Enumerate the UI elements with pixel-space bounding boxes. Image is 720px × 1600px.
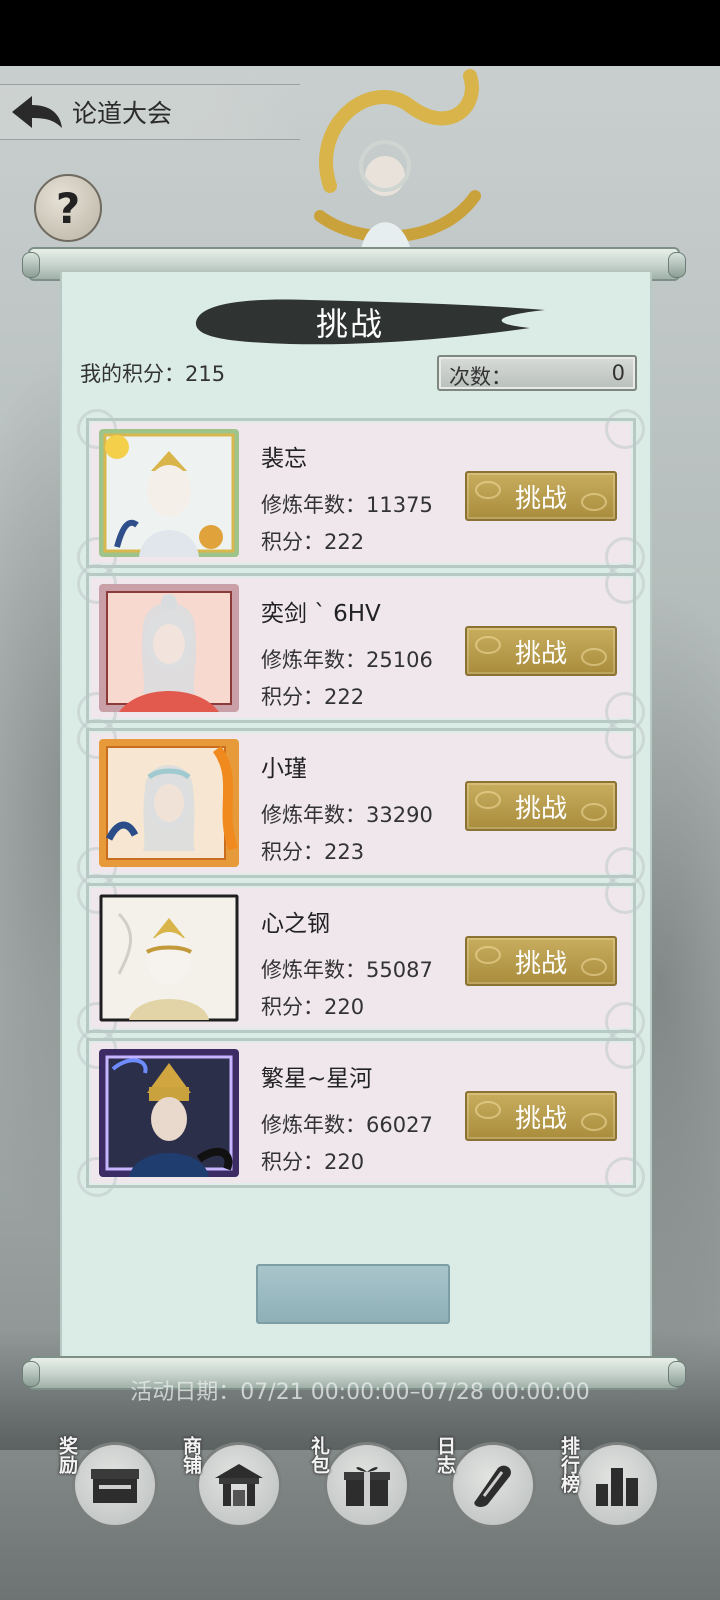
opponent-row: 奕剑 ` 6HV 修炼年数：25106 积分：222 挑战 <box>77 564 645 732</box>
opponent-score-label: 积分： <box>261 840 324 864</box>
cultivation-years: 修炼年数：33290 <box>261 799 433 829</box>
opponent-score: 积分：220 <box>261 1146 364 1176</box>
challenge-button[interactable]: 挑战 <box>465 626 617 676</box>
cultivation-years: 修炼年数：66027 <box>261 1109 433 1139</box>
reward-chest-icon <box>72 1442 158 1528</box>
count-value: 0 <box>611 361 625 385</box>
opponent-score-value: 223 <box>324 840 365 864</box>
ranking-bars-icon <box>574 1442 660 1528</box>
cultivation-years: 修炼年数：11375 <box>261 489 433 519</box>
cultivation-years: 修炼年数：25106 <box>261 644 433 674</box>
opponent-score: 积分：220 <box>261 991 364 1021</box>
opponent-row: 小瑾 修炼年数：33290 积分：223 挑战 <box>77 719 645 887</box>
back-arrow-icon[interactable] <box>6 90 66 134</box>
shop-pavilion-icon <box>196 1442 282 1528</box>
challenge-button[interactable]: 挑战 <box>465 781 617 831</box>
help-button[interactable]: ? <box>34 174 102 242</box>
nav-reward-label: 奖励 <box>56 1436 78 1474</box>
opponent-name: 心之钢 <box>261 911 330 937</box>
nav-ranking[interactable]: 排行榜 <box>550 1436 670 1536</box>
nav-gift[interactable]: 礼包 <box>300 1436 420 1536</box>
my-score-value: 215 <box>185 362 226 386</box>
dragon-deity-illustration <box>314 69 481 256</box>
nav-reward[interactable]: 奖励 <box>48 1436 168 1536</box>
help-question-icon: ? <box>55 183 81 233</box>
count-label: 次数： <box>449 365 512 389</box>
my-score-label: 我的积分： <box>80 362 185 386</box>
challenge-button[interactable]: 挑战 <box>465 471 617 521</box>
gift-box-icon <box>324 1442 410 1528</box>
nav-gift-label: 礼包 <box>308 1436 330 1474</box>
nav-log[interactable]: 日志 <box>426 1436 546 1536</box>
opponent-avatar[interactable] <box>99 584 239 712</box>
nav-ranking-label: 排行榜 <box>558 1436 580 1493</box>
opponent-score-label: 积分： <box>261 530 324 554</box>
opponent-score-label: 积分： <box>261 1150 324 1174</box>
opponent-name: 繁星~星河 <box>261 1066 373 1092</box>
cultivation-years-value: 55087 <box>366 958 433 982</box>
opponent-score: 积分：222 <box>261 681 364 711</box>
cultivation-years-label: 修炼年数： <box>261 493 366 517</box>
challenge-button[interactable]: 挑战 <box>465 936 617 986</box>
cultivation-years-label: 修炼年数： <box>261 958 366 982</box>
my-score: 我的积分：215 <box>80 358 225 388</box>
cultivation-years-value: 25106 <box>366 648 433 672</box>
opponent-score-value: 222 <box>324 685 365 709</box>
event-date: 活动日期：07/21 00:00:00–07/28 00:00:00 <box>130 1380 590 1405</box>
opponent-row: 裴忘 修炼年数：11375 积分：222 挑战 <box>77 409 645 577</box>
cultivation-years-label: 修炼年数： <box>261 1113 366 1137</box>
opponent-name: 裴忘 <box>261 446 307 472</box>
panel-title: 挑战 <box>315 305 384 343</box>
opponent-score-value: 220 <box>324 995 365 1019</box>
opponent-avatar[interactable] <box>99 429 239 557</box>
opponent-name: 小瑾 <box>261 756 307 782</box>
opponent-score: 积分：223 <box>261 836 364 866</box>
nav-log-label: 日志 <box>434 1436 456 1474</box>
cultivation-years-label: 修炼年数： <box>261 648 366 672</box>
cultivation-years-value: 66027 <box>366 1113 433 1137</box>
opponent-score-value: 220 <box>324 1150 365 1174</box>
challenge-button[interactable]: 挑战 <box>465 1091 617 1141</box>
refresh-button[interactable] <box>256 1264 450 1324</box>
opponent-name: 奕剑 ` 6HV <box>261 601 381 627</box>
attempt-count-box: 次数： 0 <box>437 355 637 391</box>
opponent-score-label: 积分： <box>261 685 324 709</box>
cultivation-years: 修炼年数：55087 <box>261 954 433 984</box>
opponent-avatar[interactable] <box>99 894 239 1022</box>
page-title: 论道大会 <box>72 99 173 128</box>
cultivation-years-value: 33290 <box>366 803 433 827</box>
status-bar <box>0 0 720 66</box>
opponent-row: 繁星~星河 修炼年数：66027 积分：220 挑战 <box>77 1029 645 1197</box>
cultivation-years-value: 11375 <box>366 493 433 517</box>
opponent-score: 积分：222 <box>261 526 364 556</box>
opponent-row: 心之钢 修炼年数：55087 积分：220 挑战 <box>77 874 645 1042</box>
nav-shop-label: 商铺 <box>180 1436 202 1474</box>
opponent-score-label: 积分： <box>261 995 324 1019</box>
opponent-score-value: 222 <box>324 530 365 554</box>
cultivation-years-label: 修炼年数： <box>261 803 366 827</box>
opponent-avatar[interactable] <box>99 739 239 867</box>
nav-shop[interactable]: 商铺 <box>172 1436 292 1536</box>
scroll-log-icon <box>450 1442 536 1528</box>
opponent-avatar[interactable] <box>99 1049 239 1177</box>
